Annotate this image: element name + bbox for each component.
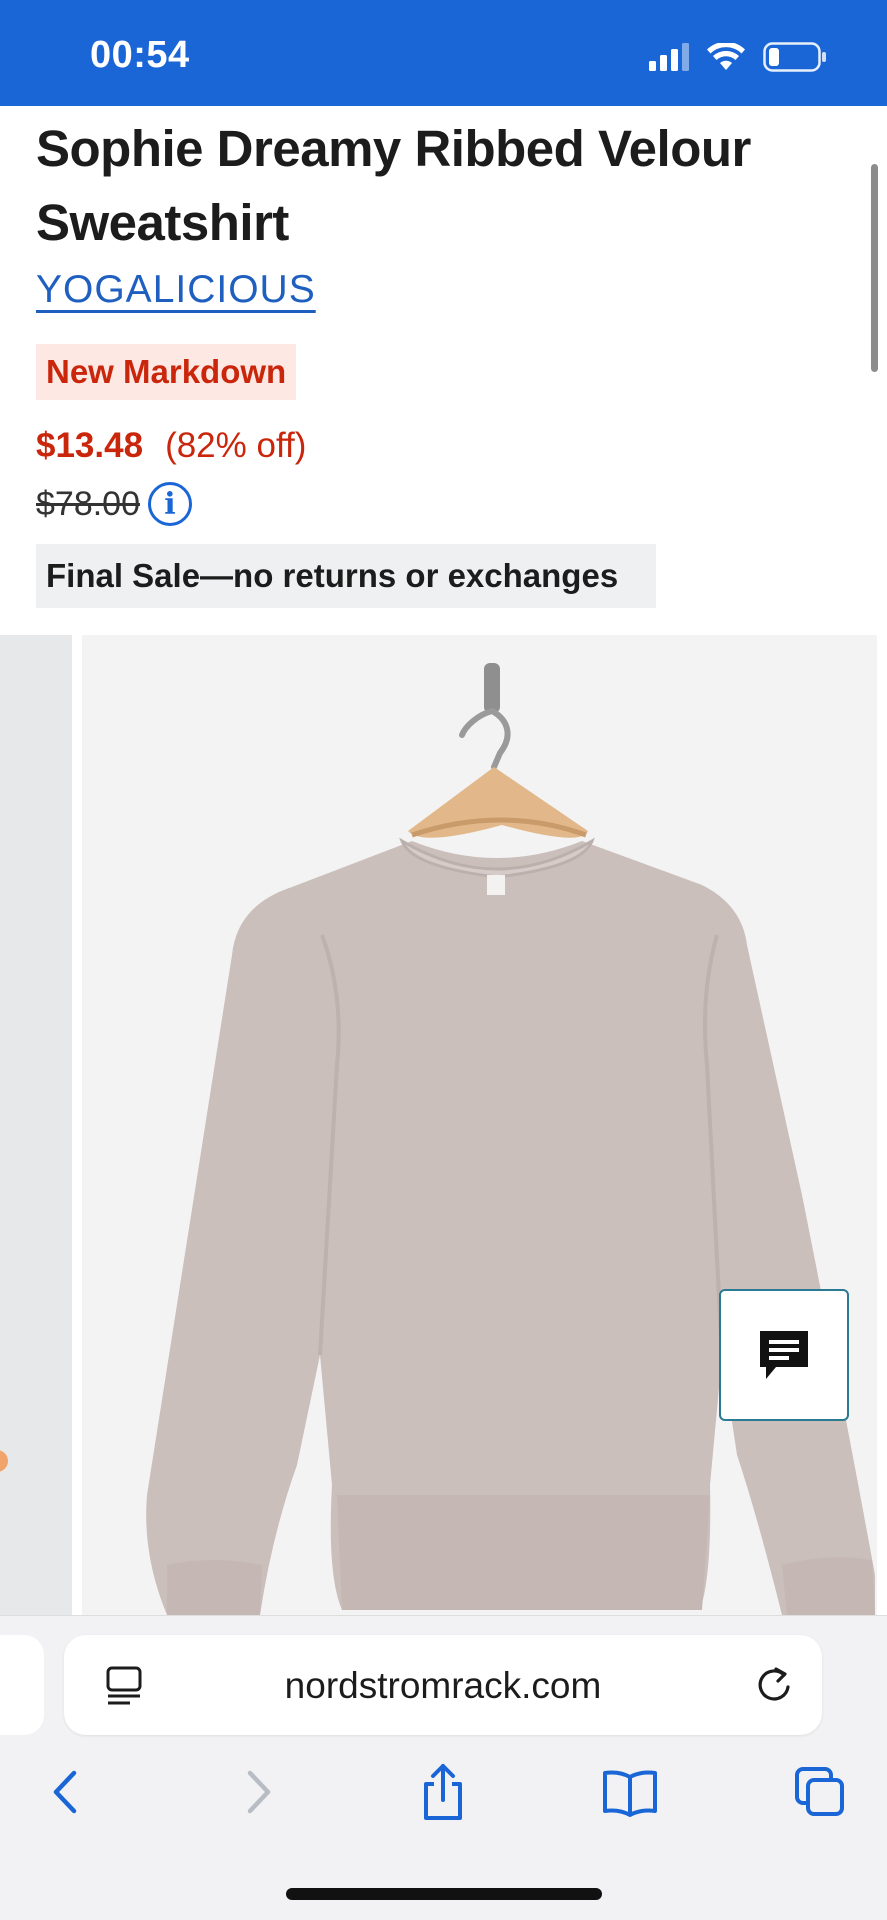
wifi-icon: [707, 43, 745, 70]
status-icons: [649, 42, 827, 72]
info-icon[interactable]: i: [148, 482, 192, 526]
sweatshirt-image: [146, 663, 875, 1615]
original-price-row: $78.00 i: [36, 482, 192, 526]
page-scrollbar[interactable]: [871, 164, 878, 372]
product-title: Sophie Dreamy Ribbed Velour Sweatshirt: [36, 120, 751, 251]
url-text: nordstromrack.com: [284, 1665, 602, 1706]
discount-percent: (82% off): [165, 426, 307, 465]
battery-icon: [763, 42, 826, 72]
reload-icon[interactable]: [752, 1663, 796, 1707]
share-button[interactable]: [413, 1762, 473, 1822]
bookmarks-icon: [603, 1770, 657, 1817]
image-gallery[interactable]: [0, 635, 887, 1615]
status-bar: 00:54: [0, 0, 887, 106]
address-bar[interactable]: nordstromrack.com: [64, 1635, 822, 1735]
final-sale-notice: Final Sale—no returns or exchanges: [36, 544, 656, 608]
price-row: $13.48 (82% off): [36, 426, 306, 466]
brand-link[interactable]: YOGALICIOUS: [36, 268, 316, 312]
forward-icon: [247, 1770, 271, 1814]
status-time: 00:54: [90, 34, 190, 76]
share-icon: [424, 1764, 462, 1820]
home-indicator[interactable]: [286, 1888, 602, 1900]
forward-button[interactable]: [228, 1762, 288, 1822]
bookmarks-button[interactable]: [600, 1762, 660, 1822]
chat-button[interactable]: [719, 1289, 849, 1421]
tabs-button[interactable]: [790, 1762, 850, 1822]
signal-icon: [649, 43, 689, 71]
current-price: $13.48: [36, 426, 144, 465]
chat-icon: [760, 1331, 808, 1379]
back-button[interactable]: [36, 1762, 96, 1822]
back-icon: [53, 1770, 77, 1814]
tabs-icon: [795, 1767, 844, 1816]
original-price: $78.00: [36, 484, 140, 523]
previous-tab-peek[interactable]: [0, 1635, 44, 1735]
markdown-badge: New Markdown: [36, 344, 297, 400]
previous-image-slide[interactable]: [0, 635, 72, 1615]
product-image[interactable]: [82, 635, 877, 1615]
